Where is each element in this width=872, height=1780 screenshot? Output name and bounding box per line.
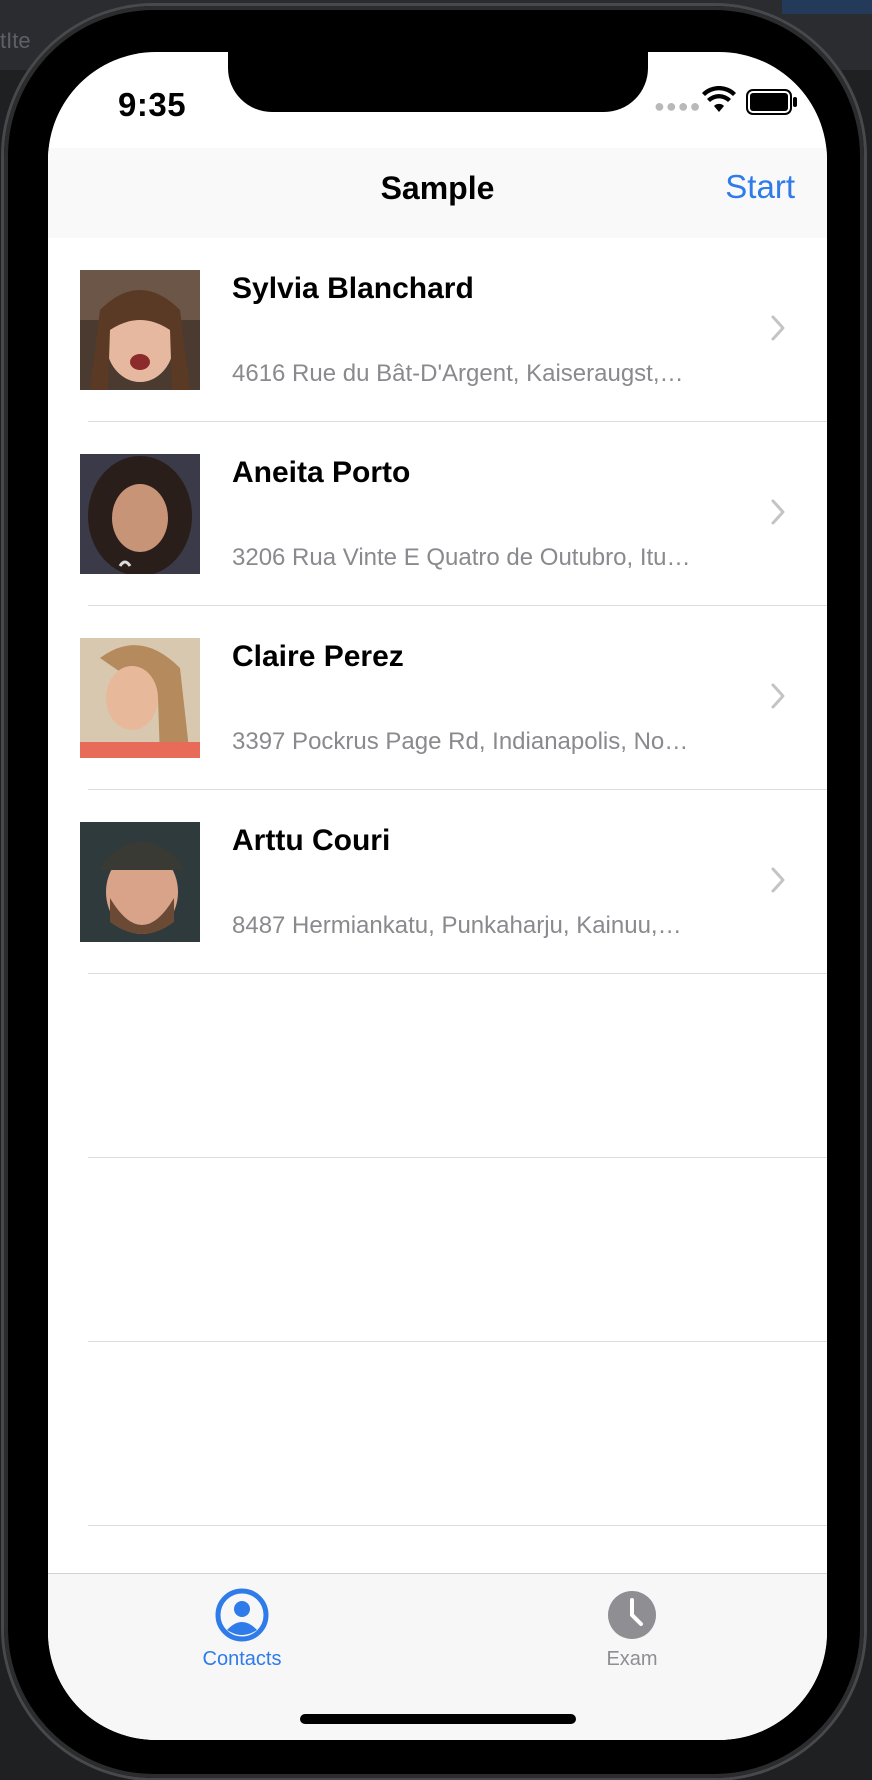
tab-contacts-label: Contacts	[202, 1648, 282, 1670]
tab-exam[interactable]: Exam	[532, 1588, 732, 1671]
contact-avatar	[80, 454, 200, 574]
contact-name: Arttu Couri	[232, 824, 391, 857]
contact-name: Sylvia Blanchard	[232, 272, 474, 305]
contact-address: 4616 Rue du Bât-D'Argent, Kaiseraugst,…	[232, 360, 684, 387]
start-button[interactable]: Start	[725, 168, 795, 206]
cellular-signal-icon: ●●●●	[654, 96, 702, 116]
contact-address: 3397 Pockrus Page Rd, Indianapolis, No…	[232, 728, 689, 755]
contact-row[interactable]: Claire Perez 3397 Pockrus Page Rd, India…	[48, 606, 827, 790]
background-window-text: tIte	[0, 28, 31, 53]
contact-name: Claire Perez	[232, 640, 404, 673]
device-frame: 9:35 ●●●● Sample Start Sylvia Blanchard …	[4, 6, 864, 1778]
clock-icon	[608, 1591, 656, 1639]
empty-row	[48, 1342, 827, 1526]
home-indicator	[300, 1714, 576, 1724]
row-separator	[88, 1524, 827, 1526]
tab-exam-label: Exam	[606, 1648, 658, 1670]
background-accent	[782, 0, 872, 14]
battery-icon	[746, 89, 797, 115]
status-indicators: ●●●●	[654, 86, 804, 116]
chevron-right-icon	[771, 315, 785, 341]
chevron-right-icon	[771, 867, 785, 893]
contact-row[interactable]: Arttu Couri 8487 Hermiankatu, Punkaharju…	[48, 790, 827, 974]
contact-avatar	[80, 270, 200, 390]
nav-title: Sample	[380, 170, 495, 206]
wifi-icon	[702, 86, 736, 112]
device-screen: 9:35 ●●●● Sample Start Sylvia Blanchard …	[48, 52, 827, 1740]
contacts-list: Sylvia Blanchard 4616 Rue du Bât-D'Argen…	[48, 238, 827, 1526]
status-time: 9:35	[118, 86, 187, 123]
contact-row[interactable]: Aneita Porto 3206 Rua Vinte E Quatro de …	[48, 422, 827, 606]
navigation-bar: Sample Start	[48, 148, 827, 238]
contact-row[interactable]: Sylvia Blanchard 4616 Rue du Bât-D'Argen…	[48, 238, 827, 422]
device-notch	[228, 52, 648, 112]
contact-address: 3206 Rua Vinte E Quatro de Outubro, Itu…	[232, 544, 691, 571]
contact-address: 8487 Hermiankatu, Punkaharju, Kainuu,…	[232, 912, 682, 939]
tab-contacts[interactable]: Contacts	[142, 1588, 342, 1671]
chevron-right-icon	[771, 683, 785, 709]
contact-name: Aneita Porto	[232, 456, 411, 489]
empty-row	[48, 1158, 827, 1342]
contact-avatar	[80, 822, 200, 942]
chevron-right-icon	[771, 499, 785, 525]
empty-row	[48, 974, 827, 1158]
person-circle-icon	[215, 1588, 269, 1642]
contact-avatar	[80, 638, 200, 758]
